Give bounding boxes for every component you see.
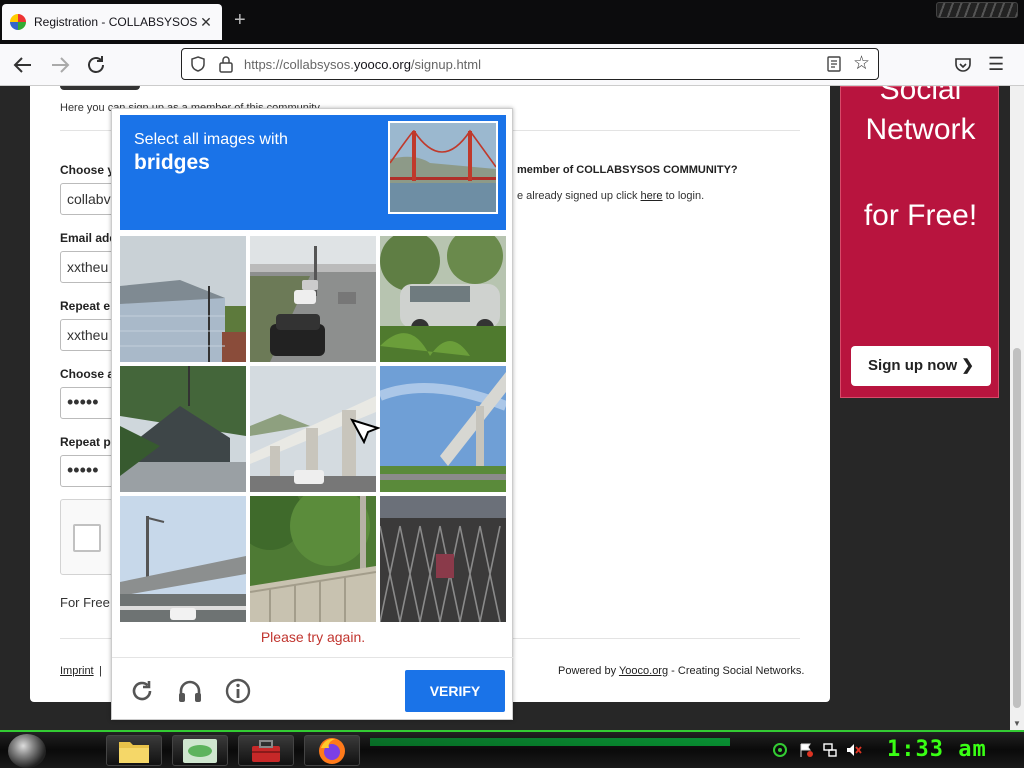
powered-by-text: Powered by Yooco.org - Creating Social N… <box>558 665 805 677</box>
tab-close-icon[interactable]: ✕ <box>198 14 214 31</box>
member-heading: member of COLLABSYSOS COMMUNITY? <box>517 164 738 176</box>
email-label: Email add <box>60 231 117 245</box>
window-controls-decoration[interactable] <box>936 2 1018 18</box>
captcha-keyword: bridges <box>134 151 210 174</box>
footer-separator: | <box>99 665 102 677</box>
imprint-link[interactable]: Imprint <box>60 665 94 677</box>
verify-button[interactable]: VERIFY <box>405 670 505 712</box>
ad-line-social: Social <box>879 86 962 106</box>
repeat-email-label: Repeat e <box>60 299 111 313</box>
captcha-header: Select all images with bridges <box>120 115 506 230</box>
captcha-footer-divider <box>112 657 514 658</box>
captcha-tile-3[interactable] <box>380 236 506 362</box>
audio-challenge-headphones-icon[interactable] <box>176 677 204 705</box>
tray-network-icon[interactable] <box>822 742 838 758</box>
captcha-grid <box>120 236 506 622</box>
captcha-tile-4[interactable] <box>120 366 246 492</box>
captcha-error-message: Please try again. <box>260 629 366 645</box>
mouse-cursor-icon <box>350 418 380 444</box>
folder-icon <box>119 741 149 763</box>
captcha-tile-7[interactable] <box>120 496 246 622</box>
taskbar-decoration <box>370 738 730 746</box>
info-icon[interactable] <box>224 677 252 705</box>
taskbar-app-acer[interactable] <box>172 735 228 766</box>
captcha-instruction: Select all images with <box>134 131 288 148</box>
firefox-icon <box>319 737 345 764</box>
system-clock[interactable]: 1:33 am <box>887 737 987 762</box>
ad-signup-button[interactable]: Sign up now ❯ <box>851 346 991 386</box>
url-text[interactable]: https://collabsysos.yooco.org/signup.htm… <box>244 57 481 72</box>
tab-registration[interactable]: Registration - COLLABSYSOS COMMUNITY ✕ <box>2 4 222 40</box>
captcha-challenge: Select all images with bridges Please tr… <box>111 108 514 720</box>
page-scrollbar[interactable]: ▼ <box>1010 86 1024 730</box>
password-label: Choose a <box>60 367 115 381</box>
tab-bar: Registration - COLLABSYSOS COMMUNITY ✕ + <box>0 0 1024 44</box>
pocket-icon[interactable] <box>953 55 973 75</box>
shield-icon[interactable] <box>190 56 206 72</box>
bookmark-star-icon[interactable]: ☆ <box>853 52 870 75</box>
back-button[interactable] <box>11 53 35 77</box>
page-viewport: Here you can sign up as a member of this… <box>0 86 1024 730</box>
member-login-text: e already signed up click here to login. <box>517 190 705 202</box>
taskbar-app-toolbox[interactable] <box>238 735 294 766</box>
scrollbar-thumb[interactable] <box>1013 348 1021 708</box>
ad-banner[interactable]: Social Network for Free! Sign up now ❯ <box>840 86 999 398</box>
username-label: Choose y <box>60 163 115 177</box>
captcha-tile-6[interactable] <box>380 366 506 492</box>
repeat-password-label: Repeat p <box>60 435 111 449</box>
tray-green-status-icon[interactable] <box>772 742 788 758</box>
back-arrow-icon <box>13 57 31 73</box>
forward-button[interactable] <box>48 53 72 77</box>
reload-icon <box>88 56 104 73</box>
captcha-sample-image <box>388 121 498 214</box>
hamburger-menu-icon[interactable]: ☰ <box>988 54 1004 75</box>
reload-button[interactable] <box>84 53 108 77</box>
captcha-tile-2[interactable] <box>250 236 376 362</box>
taskbar-app-folder[interactable] <box>106 735 162 766</box>
reader-view-icon[interactable] <box>826 56 842 72</box>
toolbox-icon <box>252 739 280 762</box>
page-heading-fragment <box>60 86 140 90</box>
captcha-tile-8[interactable] <box>250 496 376 622</box>
yooco-link[interactable]: Yooco.org <box>619 665 668 677</box>
tab-title: Registration - COLLABSYSOS COMMUNITY <box>34 15 198 29</box>
taskbar: 1:33 am <box>0 730 1024 768</box>
scroll-down-arrow-icon[interactable]: ▼ <box>1013 719 1021 728</box>
ad-line-network: Network <box>865 113 976 146</box>
lock-icon[interactable] <box>218 55 234 73</box>
reload-challenge-icon[interactable] <box>128 677 156 705</box>
start-button[interactable] <box>8 734 46 768</box>
login-link[interactable]: here <box>641 190 663 202</box>
tray-action-center-flag-icon[interactable] <box>798 742 814 758</box>
captcha-tile-1[interactable] <box>120 236 246 362</box>
acer-app-icon <box>183 738 217 763</box>
new-tab-button[interactable]: + <box>234 10 246 30</box>
ad-line-free: for Free! <box>863 199 978 232</box>
url-bar[interactable]: https://collabsysos.yooco.org/signup.htm… <box>181 48 879 80</box>
recaptcha-checkbox[interactable] <box>73 524 101 552</box>
site-favicon-icon <box>10 14 26 30</box>
taskbar-app-firefox[interactable] <box>304 735 360 766</box>
nav-bar: https://collabsysos.yooco.org/signup.htm… <box>0 44 1024 86</box>
free-text: For Free <box>60 595 110 610</box>
captcha-tile-9[interactable] <box>380 496 506 622</box>
forward-arrow-icon <box>52 57 70 73</box>
tray-volume-muted-icon[interactable] <box>846 742 862 758</box>
